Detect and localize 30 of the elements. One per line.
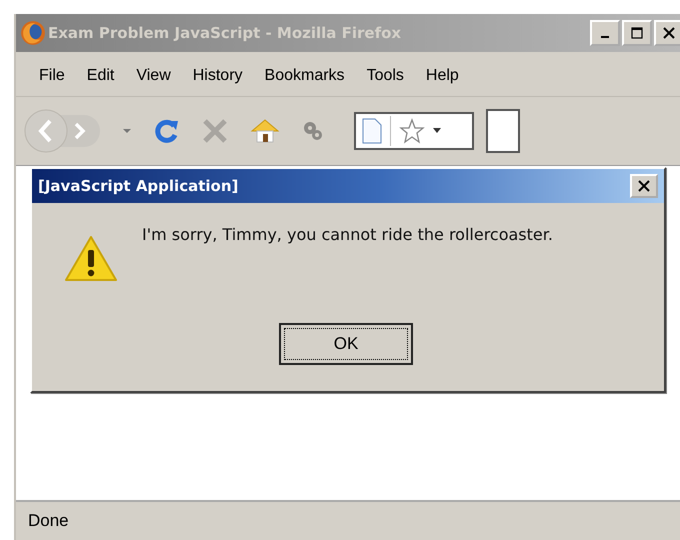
menu-item[interactable]: History [182,67,254,85]
ok-button[interactable]: OK [279,323,413,365]
dialog-title: [JavaScript Application] [38,177,238,195]
close-button[interactable] [654,20,680,46]
bookmark-box[interactable] [354,112,474,150]
warning-icon [64,235,118,283]
dialog-message: I'm sorry, Timmy, you cannot ride the rollercoaster. [142,225,553,244]
menu-item[interactable]: Help [414,67,470,85]
close-button[interactable] [630,174,658,198]
page-icon [362,118,382,144]
search-field[interactable] [486,109,520,153]
close-icon [638,180,650,192]
minimize-icon [601,36,609,38]
globe-logo-icon [20,20,46,46]
menu-item[interactable]: Edit [76,67,126,85]
menu-item[interactable]: View [125,67,182,85]
star-icon[interactable] [399,118,425,144]
dropdown-icon[interactable] [433,128,441,134]
home-icon[interactable] [250,118,280,144]
minimize-button[interactable] [590,20,620,46]
menu-item[interactable]: Bookmarks [254,67,356,85]
menu-item[interactable]: File [28,67,76,85]
maximize-icon [631,27,643,39]
window-title: Exam Problem JavaScript - Mozilla Firefox [48,24,402,42]
menu-item[interactable]: Tools [356,67,415,85]
reload-icon[interactable] [154,118,180,144]
close-icon [663,27,675,39]
maximize-button[interactable] [622,20,652,46]
status-text: Done [28,511,69,531]
history-dropdown-icon[interactable] [122,128,132,134]
